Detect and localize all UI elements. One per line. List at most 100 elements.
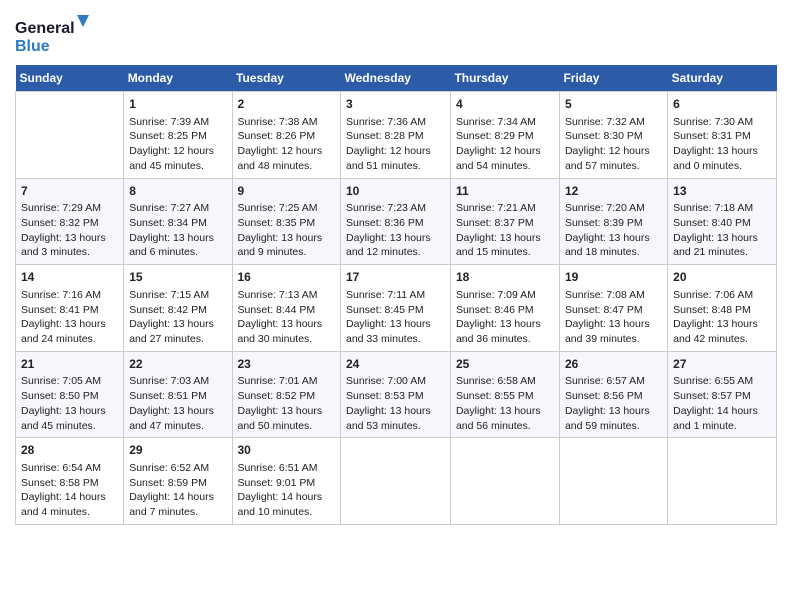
day-number: 22 (129, 356, 226, 373)
day-number: 7 (21, 183, 118, 200)
calendar-header-row: SundayMondayTuesdayWednesdayThursdayFrid… (16, 65, 777, 92)
cell-info: Sunrise: 7:13 AM Sunset: 8:44 PM Dayligh… (238, 288, 336, 347)
calendar-cell (16, 92, 124, 179)
column-header-wednesday: Wednesday (341, 65, 451, 92)
calendar-cell: 16 Sunrise: 7:13 AM Sunset: 8:44 PM Dayli… (232, 265, 341, 352)
calendar-cell: 22Sunrise: 7:03 AM Sunset: 8:51 PM Dayli… (124, 351, 232, 438)
cell-info: Sunrise: 6:58 AM Sunset: 8:55 PM Dayligh… (456, 374, 554, 433)
cell-info: Sunrise: 7:39 AM Sunset: 8:25 PM Dayligh… (129, 115, 226, 174)
calendar-cell: 4 Sunrise: 7:34 AM Sunset: 8:29 PM Daylig… (450, 92, 559, 179)
cell-info: Sunrise: 7:11 AM Sunset: 8:45 PM Dayligh… (346, 288, 445, 347)
day-number: 4 (456, 96, 554, 113)
day-number: 12 (565, 183, 662, 200)
day-number: 18 (456, 269, 554, 286)
calendar-cell: 9Sunrise: 7:25 AM Sunset: 8:35 PM Daylig… (232, 178, 341, 265)
cell-info: Sunrise: 7:38 AM Sunset: 8:26 PM Dayligh… (238, 115, 336, 174)
calendar-cell: 6 Sunrise: 7:30 AM Sunset: 8:31 PM Daylig… (668, 92, 777, 179)
calendar-cell: 28Sunrise: 6:54 AM Sunset: 8:58 PM Dayli… (16, 438, 124, 525)
cell-info: Sunrise: 7:32 AM Sunset: 8:30 PM Dayligh… (565, 115, 662, 174)
day-number: 9 (238, 183, 336, 200)
cell-info: Sunrise: 7:09 AM Sunset: 8:46 PM Dayligh… (456, 288, 554, 347)
cell-info: Sunrise: 6:55 AM Sunset: 8:57 PM Dayligh… (673, 374, 771, 433)
calendar-cell: 12Sunrise: 7:20 AM Sunset: 8:39 PM Dayli… (559, 178, 667, 265)
cell-info: Sunrise: 6:54 AM Sunset: 8:58 PM Dayligh… (21, 461, 118, 520)
cell-info: Sunrise: 6:52 AM Sunset: 8:59 PM Dayligh… (129, 461, 226, 520)
cell-info: Sunrise: 6:51 AM Sunset: 9:01 PM Dayligh… (238, 461, 336, 520)
calendar-cell: 1 Sunrise: 7:39 AM Sunset: 8:25 PM Daylig… (124, 92, 232, 179)
calendar-cell: 14 Sunrise: 7:16 AM Sunset: 8:41 PM Dayli… (16, 265, 124, 352)
cell-info: Sunrise: 6:57 AM Sunset: 8:56 PM Dayligh… (565, 374, 662, 433)
column-header-tuesday: Tuesday (232, 65, 341, 92)
cell-info: Sunrise: 7:36 AM Sunset: 8:28 PM Dayligh… (346, 115, 445, 174)
column-header-monday: Monday (124, 65, 232, 92)
day-number: 25 (456, 356, 554, 373)
day-number: 2 (238, 96, 336, 113)
page-header: GeneralBlue (15, 15, 777, 55)
day-number: 20 (673, 269, 771, 286)
calendar-cell: 20 Sunrise: 7:06 AM Sunset: 8:48 PM Dayli… (668, 265, 777, 352)
calendar-cell (559, 438, 667, 525)
day-number: 29 (129, 442, 226, 459)
logo-svg: GeneralBlue (15, 15, 95, 55)
calendar-cell: 19Sunrise: 7:08 AM Sunset: 8:47 PM Dayli… (559, 265, 667, 352)
svg-text:Blue: Blue (15, 38, 50, 55)
cell-info: Sunrise: 7:29 AM Sunset: 8:32 PM Dayligh… (21, 201, 118, 260)
calendar-cell: 13Sunrise: 7:18 AM Sunset: 8:40 PM Dayli… (668, 178, 777, 265)
day-number: 10 (346, 183, 445, 200)
calendar-table: SundayMondayTuesdayWednesdayThursdayFrid… (15, 65, 777, 525)
calendar-week-row: 1 Sunrise: 7:39 AM Sunset: 8:25 PM Daylig… (16, 92, 777, 179)
calendar-cell: 11Sunrise: 7:21 AM Sunset: 8:37 PM Dayli… (450, 178, 559, 265)
svg-text:General: General (15, 20, 75, 37)
calendar-cell: 25Sunrise: 6:58 AM Sunset: 8:55 PM Dayli… (450, 351, 559, 438)
calendar-cell: 24Sunrise: 7:00 AM Sunset: 8:53 PM Dayli… (341, 351, 451, 438)
calendar-cell (450, 438, 559, 525)
calendar-week-row: 28Sunrise: 6:54 AM Sunset: 8:58 PM Dayli… (16, 438, 777, 525)
column-header-thursday: Thursday (450, 65, 559, 92)
column-header-friday: Friday (559, 65, 667, 92)
calendar-cell (668, 438, 777, 525)
cell-info: Sunrise: 7:34 AM Sunset: 8:29 PM Dayligh… (456, 115, 554, 174)
calendar-week-row: 14 Sunrise: 7:16 AM Sunset: 8:41 PM Dayli… (16, 265, 777, 352)
cell-info: Sunrise: 7:16 AM Sunset: 8:41 PM Dayligh… (21, 288, 118, 347)
calendar-cell: 17 Sunrise: 7:11 AM Sunset: 8:45 PM Dayli… (341, 265, 451, 352)
calendar-cell: 21Sunrise: 7:05 AM Sunset: 8:50 PM Dayli… (16, 351, 124, 438)
calendar-cell: 26Sunrise: 6:57 AM Sunset: 8:56 PM Dayli… (559, 351, 667, 438)
cell-info: Sunrise: 7:18 AM Sunset: 8:40 PM Dayligh… (673, 201, 771, 260)
calendar-week-row: 21Sunrise: 7:05 AM Sunset: 8:50 PM Dayli… (16, 351, 777, 438)
calendar-cell: 10Sunrise: 7:23 AM Sunset: 8:36 PM Dayli… (341, 178, 451, 265)
day-number: 24 (346, 356, 445, 373)
cell-info: Sunrise: 7:15 AM Sunset: 8:42 PM Dayligh… (129, 288, 226, 347)
cell-info: Sunrise: 7:23 AM Sunset: 8:36 PM Dayligh… (346, 201, 445, 260)
day-number: 16 (238, 269, 336, 286)
cell-info: Sunrise: 7:30 AM Sunset: 8:31 PM Dayligh… (673, 115, 771, 174)
cell-info: Sunrise: 7:05 AM Sunset: 8:50 PM Dayligh… (21, 374, 118, 433)
calendar-cell: 7Sunrise: 7:29 AM Sunset: 8:32 PM Daylig… (16, 178, 124, 265)
cell-info: Sunrise: 7:03 AM Sunset: 8:51 PM Dayligh… (129, 374, 226, 433)
calendar-cell: 18 Sunrise: 7:09 AM Sunset: 8:46 PM Dayli… (450, 265, 559, 352)
column-header-saturday: Saturday (668, 65, 777, 92)
day-number: 30 (238, 442, 336, 459)
cell-info: Sunrise: 7:01 AM Sunset: 8:52 PM Dayligh… (238, 374, 336, 433)
day-number: 23 (238, 356, 336, 373)
column-header-sunday: Sunday (16, 65, 124, 92)
calendar-week-row: 7Sunrise: 7:29 AM Sunset: 8:32 PM Daylig… (16, 178, 777, 265)
day-number: 17 (346, 269, 445, 286)
calendar-cell: 3 Sunrise: 7:36 AM Sunset: 8:28 PM Daylig… (341, 92, 451, 179)
day-number: 1 (129, 96, 226, 113)
calendar-cell: 8Sunrise: 7:27 AM Sunset: 8:34 PM Daylig… (124, 178, 232, 265)
day-number: 21 (21, 356, 118, 373)
day-number: 14 (21, 269, 118, 286)
calendar-cell: 2 Sunrise: 7:38 AM Sunset: 8:26 PM Daylig… (232, 92, 341, 179)
calendar-cell: 27Sunrise: 6:55 AM Sunset: 8:57 PM Dayli… (668, 351, 777, 438)
cell-info: Sunrise: 7:06 AM Sunset: 8:48 PM Dayligh… (673, 288, 771, 347)
day-number: 5 (565, 96, 662, 113)
day-number: 6 (673, 96, 771, 113)
day-number: 3 (346, 96, 445, 113)
calendar-cell: 30 Sunrise: 6:51 AM Sunset: 9:01 PM Dayli… (232, 438, 341, 525)
calendar-cell: 5 Sunrise: 7:32 AM Sunset: 8:30 PM Daylig… (559, 92, 667, 179)
logo: GeneralBlue (15, 15, 95, 55)
cell-info: Sunrise: 7:25 AM Sunset: 8:35 PM Dayligh… (238, 201, 336, 260)
day-number: 8 (129, 183, 226, 200)
day-number: 13 (673, 183, 771, 200)
calendar-cell: 15Sunrise: 7:15 AM Sunset: 8:42 PM Dayli… (124, 265, 232, 352)
